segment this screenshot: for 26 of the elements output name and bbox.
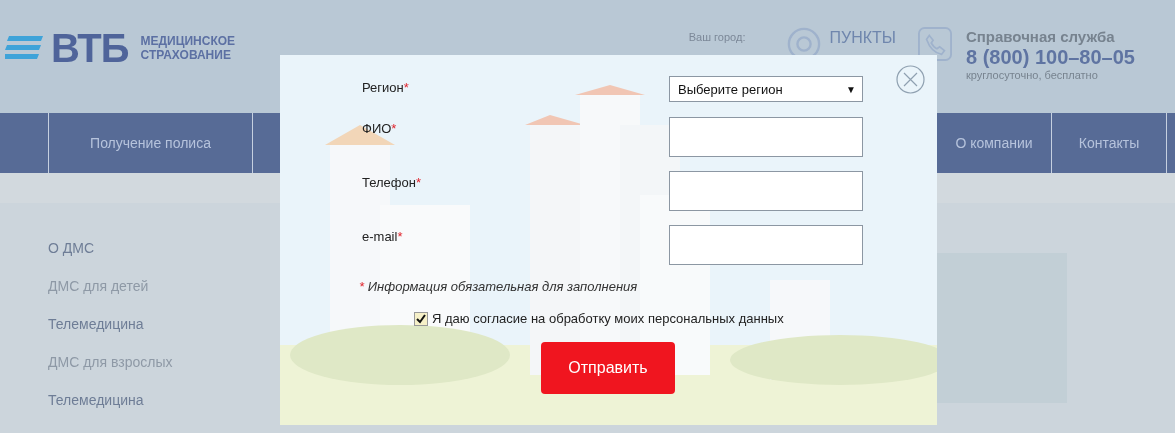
field-label: Телефон* (362, 174, 422, 190)
logo-subtitle: СТРАХОВАНИЕ (140, 48, 232, 62)
submit-button[interactable]: Отправить (541, 342, 675, 394)
stripes-icon (5, 36, 43, 60)
region-dropdown[interactable]: Выберите регион ▼ (669, 76, 863, 102)
hotline-note: круглосуточно, бесплатно (965, 69, 1099, 81)
input-field[interactable] (669, 171, 863, 211)
close-icon[interactable] (896, 65, 925, 94)
consent-label: Я даю согласие на обработку моих персональных данных (432, 311, 784, 326)
sidebar-link[interactable]: ДМС для взрослых (48, 353, 280, 371)
phone-number: 8 (800) 100–80–05 (965, 45, 1135, 69)
logo-text: ВТБ (51, 28, 129, 68)
city-label: Ваш город: (688, 31, 746, 43)
sidebar-link[interactable]: Телемедицина (48, 315, 280, 333)
sidebar-link[interactable]: О ДМС (48, 239, 280, 257)
pickup-points-link[interactable]: ПУНКТЫ (829, 29, 896, 47)
input-field[interactable] (669, 117, 863, 157)
field-label: Регион* (362, 79, 410, 95)
hotline-title: Справочная служба (965, 28, 1116, 45)
logo-subtitle: МЕДИЦИНСКОЕ (140, 34, 236, 48)
field-label: ФИО* (362, 120, 398, 136)
sidebar-link[interactable]: ДМС для детей (48, 277, 280, 295)
required-note: * Информация обязательная для заполнения (359, 279, 639, 294)
sidebar-link[interactable]: Телемедицина (48, 391, 280, 409)
field-label: e-mail* (362, 228, 404, 244)
input-field[interactable] (669, 225, 863, 265)
